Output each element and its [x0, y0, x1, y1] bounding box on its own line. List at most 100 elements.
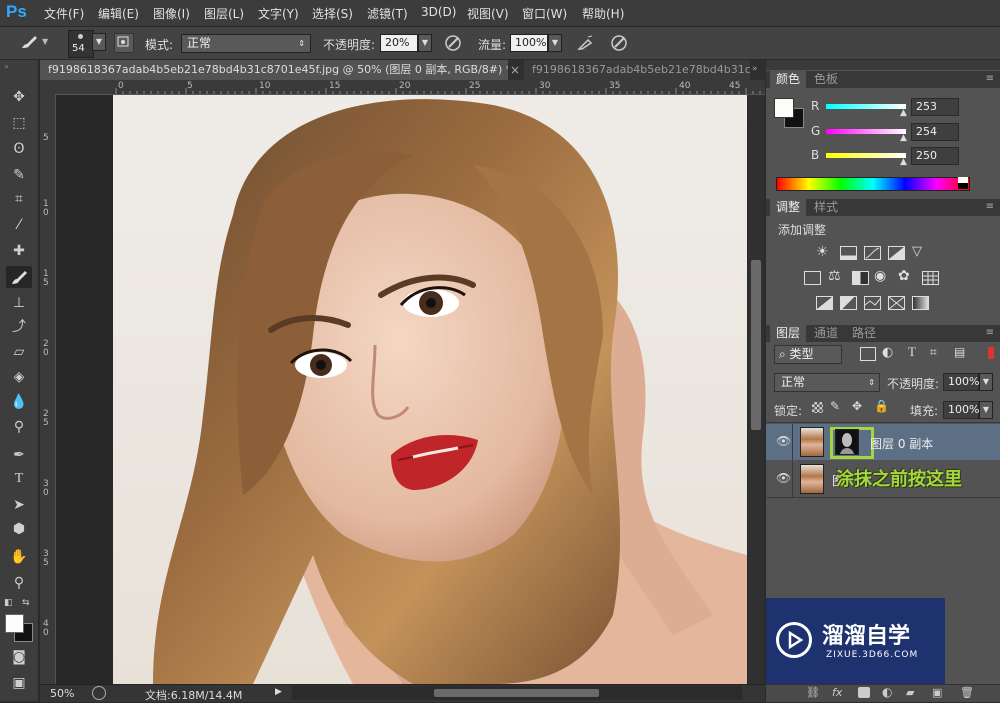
fill-input[interactable]: 100% — [943, 401, 979, 419]
layer-row-selected[interactable]: 👁 图层 0 副本 — [766, 424, 1000, 460]
foreground-color-chip[interactable] — [774, 98, 794, 118]
filter-toggle-icon[interactable] — [988, 347, 994, 359]
visibility-eye-icon[interactable]: 👁 — [776, 434, 791, 448]
delete-layer-icon[interactable]: 🗑 — [960, 686, 974, 699]
path-select-tool-icon[interactable]: ➤ — [6, 494, 32, 516]
menu-select[interactable]: 选择(S) — [312, 5, 353, 22]
visibility-eye-icon[interactable]: 👁 — [776, 471, 791, 485]
adjustment-layer-icon[interactable]: ◐ — [882, 685, 892, 699]
marquee-tool-icon[interactable]: ⬚ — [6, 112, 32, 134]
type-tool-icon[interactable]: T — [6, 468, 32, 490]
channel-b-input[interactable]: 250 — [911, 147, 959, 165]
filter-pixel-icon[interactable] — [860, 347, 876, 361]
hue-saturation-icon[interactable] — [804, 271, 821, 285]
levels-icon[interactable] — [840, 246, 857, 260]
slider-handle-icon[interactable]: ▲ — [900, 133, 907, 143]
brush-preset-dropdown-icon[interactable]: ▼ — [42, 37, 48, 46]
color-spectrum-bar[interactable] — [776, 177, 970, 191]
collapse-icon[interactable]: » — [4, 62, 9, 71]
opacity-input[interactable]: 20% — [380, 34, 418, 52]
document-tab-active[interactable]: f9198618367adab4b5eb21e78bd4b31c8701e45f… — [40, 60, 508, 80]
tab-channels[interactable]: 通道 — [808, 325, 844, 342]
link-layers-icon[interactable]: ⛓ — [806, 686, 820, 699]
close-tab-icon[interactable]: × — [510, 63, 520, 77]
document-tab-inactive[interactable]: f9198618367adab4b5eb21e78bd4b31c — [524, 60, 750, 80]
menu-3d[interactable]: 3D(D) — [421, 5, 456, 19]
tab-styles[interactable]: 样式 — [808, 199, 844, 216]
paint-bucket-tool-icon[interactable]: ◈ — [6, 366, 32, 388]
layer-opacity-dropdown[interactable]: ▼ — [979, 373, 993, 391]
tab-layers[interactable]: 图层 — [770, 325, 807, 342]
lock-position-icon[interactable]: ✥ — [852, 399, 862, 413]
filter-shape-icon[interactable]: ⌗ — [930, 345, 937, 360]
new-layer-icon[interactable]: ▣ — [932, 686, 942, 699]
opacity-dropdown[interactable]: ▼ — [418, 34, 432, 52]
invert-icon[interactable] — [816, 296, 833, 310]
slider-handle-icon[interactable]: ▲ — [900, 157, 907, 167]
brush-tool-icon[interactable] — [20, 35, 38, 49]
layer-opacity-input[interactable]: 100% — [943, 373, 979, 391]
lasso-tool-icon[interactable]: ʘ — [6, 138, 32, 160]
panel-menu-icon[interactable]: ≡ — [986, 73, 994, 84]
slider-handle-icon[interactable]: ▲ — [900, 108, 907, 118]
tab-swatches[interactable]: 色板 — [808, 71, 844, 88]
eyedropper-tool-icon[interactable]: ⁄ — [6, 214, 32, 236]
posterize-icon[interactable] — [840, 296, 857, 310]
channel-r-input[interactable]: 253 — [911, 98, 959, 116]
menu-type[interactable]: 文字(Y) — [258, 5, 299, 22]
more-tabs-icon[interactable]: » — [752, 64, 758, 74]
filter-type-icon[interactable]: T — [908, 344, 916, 360]
history-brush-tool-icon[interactable]: ⤴ — [6, 316, 32, 338]
color-lookup-icon[interactable] — [922, 271, 939, 285]
channel-mixer-icon[interactable]: ✿ — [898, 268, 910, 284]
pressure-size-icon[interactable] — [610, 34, 628, 52]
lock-transparency-icon[interactable] — [812, 402, 823, 413]
pressure-opacity-icon[interactable] — [444, 34, 462, 52]
layer-thumbnail[interactable] — [800, 464, 824, 494]
tab-paths[interactable]: 路径 — [846, 325, 882, 342]
blur-tool-icon[interactable]: 💧 — [6, 391, 32, 413]
stamp-tool-icon[interactable]: ⊥ — [6, 292, 32, 314]
hand-tool-icon[interactable]: ✋ — [6, 546, 32, 568]
healing-brush-tool-icon[interactable]: ✚ — [6, 240, 32, 262]
pen-tool-icon[interactable]: ✒ — [6, 444, 32, 466]
brightness-icon[interactable]: ☀ — [816, 244, 829, 260]
layer-filter-select[interactable]: ⌕ 类型 — [774, 345, 842, 364]
add-mask-icon[interactable] — [858, 687, 870, 698]
airbrush-icon[interactable] — [576, 34, 594, 52]
selective-color-icon[interactable] — [888, 296, 905, 310]
zoom-tool-icon[interactable]: ⚲ — [6, 572, 32, 594]
curves-icon[interactable] — [864, 246, 881, 260]
spectrum-black-chip[interactable] — [958, 183, 968, 189]
photo-filter-icon[interactable]: ◉ — [874, 268, 886, 284]
menu-view[interactable]: 视图(V) — [467, 5, 509, 22]
menu-edit[interactable]: 编辑(E) — [98, 5, 139, 22]
brush-panel-toggle-icon[interactable] — [114, 33, 134, 53]
status-info-icon[interactable] — [92, 686, 106, 700]
flow-input[interactable]: 100% — [510, 34, 548, 52]
menu-file[interactable]: 文件(F) — [44, 5, 84, 22]
swap-colors-icon[interactable]: ⇆ — [22, 598, 30, 608]
blend-mode-select[interactable]: 正常 ⇕ — [774, 373, 880, 392]
eraser-tool-icon[interactable]: ▱ — [6, 341, 32, 363]
panel-menu-icon[interactable]: ≡ — [986, 327, 994, 338]
vibrance-icon[interactable]: ▽ — [912, 244, 922, 259]
brush-preset-picker[interactable]: 54 — [68, 30, 94, 58]
hscroll-thumb[interactable] — [434, 689, 599, 697]
tab-color[interactable]: 颜色 — [770, 71, 807, 88]
layer-style-icon[interactable]: fx — [832, 686, 842, 699]
new-group-icon[interactable]: ▰ — [906, 686, 914, 699]
layer-name[interactable]: 图层 0 副本 — [870, 435, 933, 452]
threshold-icon[interactable] — [864, 296, 881, 310]
channel-b-slider[interactable] — [826, 153, 906, 158]
dodge-tool-icon[interactable]: ⚲ — [6, 416, 32, 438]
menu-window[interactable]: 窗口(W) — [522, 5, 567, 22]
brush-size-dropdown[interactable]: ▼ — [92, 33, 106, 51]
filter-smart-object-icon[interactable]: ▤ — [954, 345, 965, 359]
portrait-photo[interactable] — [113, 95, 747, 684]
panel-menu-icon[interactable]: ≡ — [986, 201, 994, 212]
crop-tool-icon[interactable]: ⌗ — [6, 188, 32, 210]
screen-mode-icon[interactable]: ▣ — [6, 672, 32, 694]
zoom-level[interactable]: 50% — [50, 687, 74, 700]
filter-adjustment-icon[interactable]: ◐ — [882, 345, 893, 360]
